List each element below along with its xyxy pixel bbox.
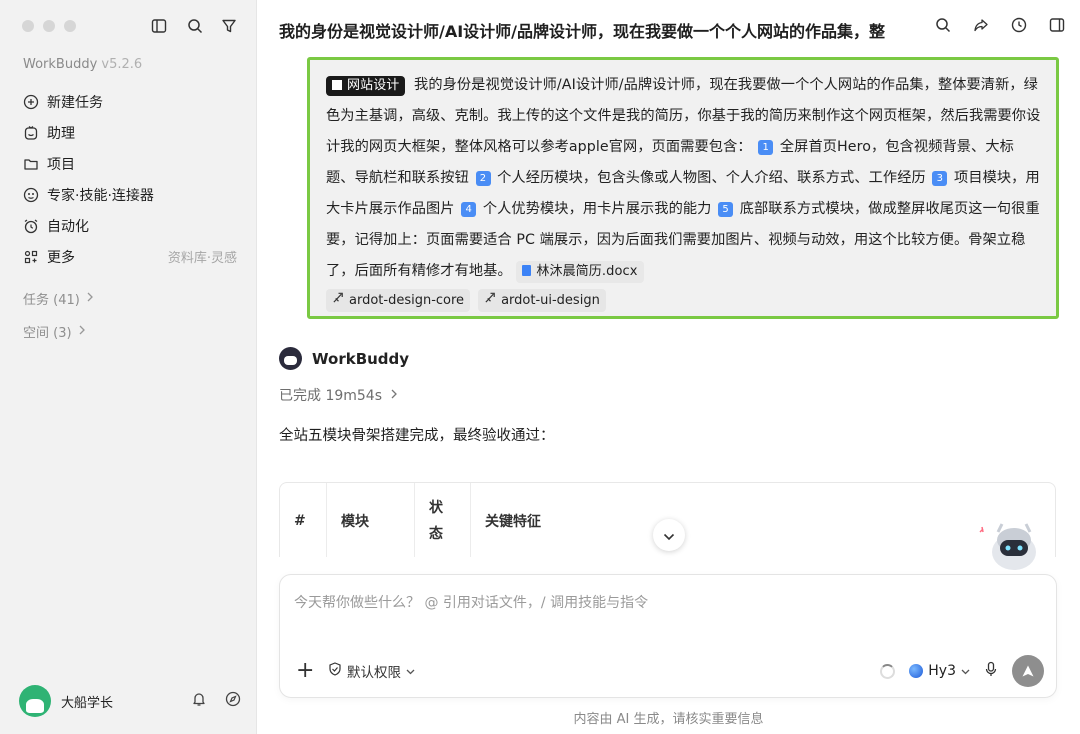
folder-icon	[23, 156, 39, 172]
minimize-window-button[interactable]	[43, 20, 55, 32]
chevron-down-icon	[663, 526, 675, 545]
panel-toggle-icon[interactable]	[1048, 16, 1066, 34]
sidebar-item-new-task[interactable]: 新建任务	[23, 86, 237, 117]
chat-panel: 我的身份是视觉设计师/AI设计师/品牌设计师，现在我要做一个个人网站的作品集，整…	[257, 0, 1080, 734]
completion-status[interactable]: 已完成 19m54s	[279, 385, 398, 405]
table-header-cell: 关键特征	[485, 513, 541, 530]
sidebar-item-label: 助理	[47, 125, 75, 142]
sidebar-item-assistant[interactable]: 助理	[23, 117, 237, 148]
alarm-icon	[23, 218, 39, 234]
composer-actions: Hy3	[880, 655, 1044, 687]
user-name: 大船学长	[61, 695, 114, 711]
skill-chip[interactable]: ardot-ui-design	[478, 289, 606, 312]
add-attachment-button[interactable]: +	[296, 660, 314, 682]
user-actions	[191, 691, 241, 711]
keycap-number: 5	[718, 202, 734, 217]
microphone-icon[interactable]	[984, 661, 998, 681]
message-segment: 个人经历模块，包含头像或人物图、个人介绍、联系方式、工作经历	[497, 170, 926, 186]
table-header-cell: 状 态	[415, 483, 471, 557]
sidebar-item-projects[interactable]: 项目	[23, 148, 237, 179]
sidebar-item-experts[interactable]: 专家·技能·连接器	[23, 179, 237, 210]
user-message-text: 网站设计 我的身份是视觉设计师/AI设计师/品牌设计师，现在我要做一个个人网站的…	[326, 70, 1042, 287]
tasks-section-label: 任务 (41)	[23, 293, 80, 308]
tasks-section[interactable]: 任务 (41)	[23, 289, 94, 308]
app-version: v5.2.6	[101, 57, 143, 72]
sidebar-item-more[interactable]: 更多 资料库·灵感	[23, 241, 237, 272]
skill-icon	[332, 289, 345, 312]
sidebar: WorkBuddy v5.2.6 新建任务 助理 项目 专家·技能·连接器 自动…	[0, 0, 257, 734]
bell-icon[interactable]	[191, 691, 207, 711]
shield-check-icon	[328, 662, 342, 680]
sidebar-item-label: 专家·技能·连接器	[47, 187, 154, 204]
robot-mascot-icon[interactable]	[974, 518, 1046, 574]
sidebar-item-automation[interactable]: 自动化	[23, 210, 237, 241]
ai-disclaimer: 内容由 AI 生成，请核实重要信息	[573, 712, 764, 727]
chevron-down-icon	[961, 663, 970, 679]
bot-name: WorkBuddy	[312, 349, 410, 368]
attached-file-chip[interactable]: 林沐晨简历.docx	[516, 261, 644, 283]
skill-icon	[484, 289, 497, 312]
sidebar-nav: 新建任务 助理 项目 专家·技能·连接器 自动化 更多 资料库·灵感	[23, 86, 237, 272]
header-actions	[934, 16, 1066, 34]
sidebar-item-label: 新建任务	[47, 94, 103, 111]
table-header-cell: 模块	[327, 483, 415, 557]
search-icon[interactable]	[185, 16, 205, 36]
assistant-icon	[23, 125, 39, 141]
sidebar-item-label: 项目	[47, 156, 75, 173]
document-icon	[522, 265, 532, 276]
app-name: WorkBuddy	[23, 57, 98, 72]
keycap-number: 1	[758, 140, 774, 155]
composer-input[interactable]: 今天帮你做些什么？ @ 引用对话文件，/ 调用技能与指令	[294, 592, 648, 612]
message-segment: 个人优势模块，用卡片展示我的能力	[482, 201, 712, 217]
bot-header: WorkBuddy	[279, 347, 409, 370]
expert-icon	[23, 187, 39, 203]
bot-avatar	[279, 347, 302, 370]
chevron-right-icon	[86, 291, 94, 306]
spaces-section-label: 空间 (3)	[23, 326, 72, 341]
user-message: 网站设计 我的身份是视觉设计师/AI设计师/品牌设计师，现在我要做一个个人网站的…	[307, 57, 1059, 319]
sidebar-item-extra[interactable]: 资料库·灵感	[168, 247, 237, 266]
scroll-to-bottom-button[interactable]	[653, 519, 685, 551]
keycap-number: 2	[475, 171, 491, 186]
user-profile[interactable]: 大船学长	[19, 685, 241, 717]
sidebar-item-label: 更多	[47, 249, 75, 266]
keycap-number: 4	[461, 202, 477, 217]
sidebar-toggle-icon[interactable]	[149, 16, 169, 36]
model-selector[interactable]: Hy3	[909, 663, 970, 679]
chevron-right-icon	[390, 387, 398, 403]
history-icon[interactable]	[1010, 16, 1028, 34]
search-icon[interactable]	[934, 16, 952, 34]
zoom-window-button[interactable]	[64, 20, 76, 32]
chevron-down-icon	[406, 663, 415, 679]
skill-chip[interactable]: ardot-design-core	[326, 289, 471, 312]
plus-circle-icon	[23, 94, 39, 110]
spaces-section[interactable]: 空间 (3)	[23, 322, 86, 341]
loading-spinner-icon	[880, 663, 896, 679]
page-title: 我的身份是视觉设计师/AI设计师/品牌设计师，现在我要做一个个人网站的作品集，整	[279, 22, 886, 41]
chevron-right-icon	[78, 324, 86, 339]
keycap-number: 3	[932, 171, 948, 186]
grid-icon	[23, 249, 39, 265]
compass-icon[interactable]	[225, 691, 241, 711]
table-header-cell: #	[280, 483, 327, 557]
sidebar-item-label: 自动化	[47, 218, 89, 235]
send-button[interactable]	[1012, 655, 1044, 687]
topic-tag[interactable]: 网站设计	[326, 76, 406, 96]
send-arrow-icon	[1022, 665, 1034, 677]
message-composer[interactable]: 今天帮你做些什么？ @ 引用对话文件，/ 调用技能与指令 + 默认权限 Hy3	[279, 574, 1057, 698]
skill-chips: ardot-design-core ardot-ui-design	[326, 289, 1042, 312]
model-logo-icon	[909, 664, 924, 678]
bot-summary: 全站五模块骨架搭建完成，最终验收通过：	[279, 428, 555, 444]
filter-icon[interactable]	[219, 16, 239, 36]
permission-selector[interactable]: 默认权限	[328, 661, 415, 681]
avatar[interactable]	[19, 685, 51, 717]
app-title: WorkBuddy v5.2.6	[23, 57, 142, 72]
share-icon[interactable]	[972, 16, 990, 34]
window-controls	[22, 20, 76, 32]
close-window-button[interactable]	[22, 20, 34, 32]
